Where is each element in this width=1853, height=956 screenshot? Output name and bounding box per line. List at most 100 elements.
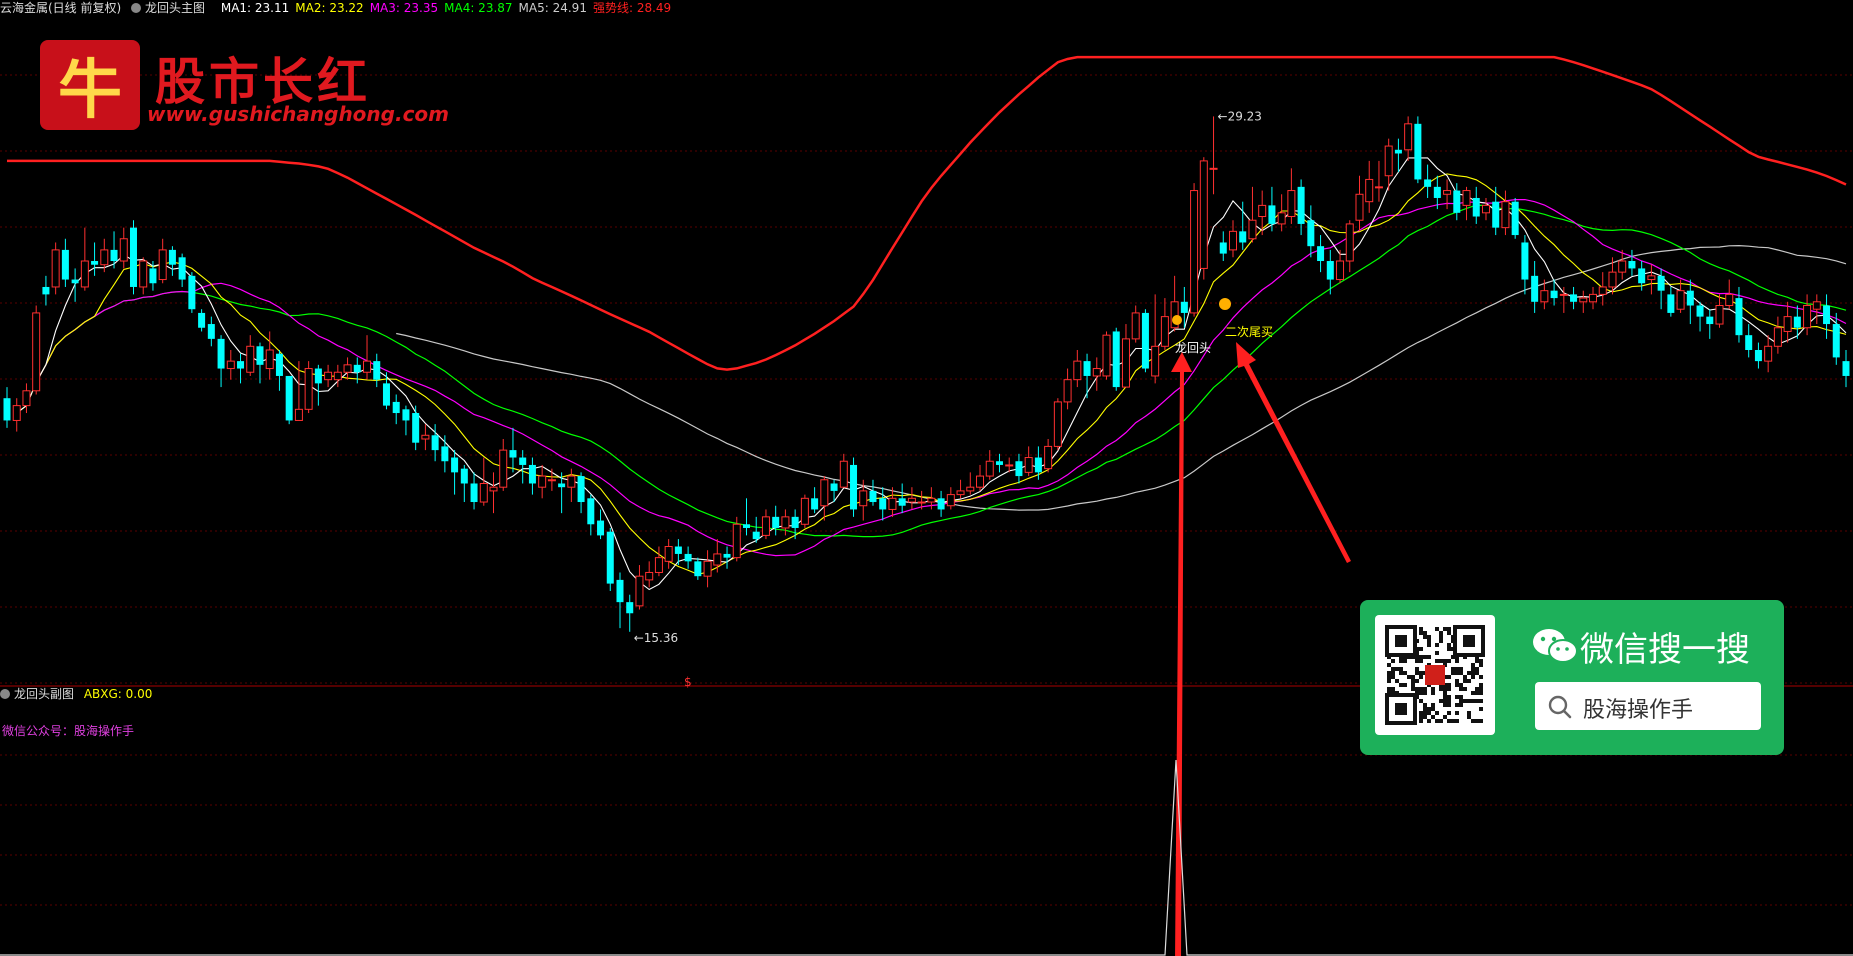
candle-body [1190, 190, 1199, 314]
qr-code-icon [1375, 615, 1495, 735]
candle-body [421, 434, 430, 440]
price-chart[interactable]: ←29.23 ←15.36 龙回头二次尾买 $ [0, 0, 1853, 956]
wechat-search-card[interactable]: 微信搜一搜 股海操作手 [1360, 600, 1784, 755]
candle-body [353, 364, 361, 373]
candle-body [1384, 145, 1393, 177]
candle-body [1657, 275, 1665, 291]
sub-indicator-toggle[interactable]: 龙回头副图 [0, 687, 74, 701]
candle-body [1531, 275, 1539, 302]
indicator-toggle[interactable]: 龙回头主图 [131, 1, 211, 15]
candle-body [1307, 220, 1315, 247]
candle-body [61, 249, 69, 280]
candle-body [226, 360, 235, 370]
ma-legend-item: MA1: 23.11 [220, 1, 290, 15]
candle-body [265, 349, 274, 370]
sub-panel-marker: $ [684, 675, 692, 689]
candle-body [1667, 294, 1675, 313]
candle-body [859, 490, 868, 507]
candle-body [32, 312, 41, 392]
candle-body [1005, 464, 1014, 467]
candle-body [1754, 350, 1762, 362]
candle-body [1540, 290, 1549, 303]
candle-body [470, 483, 478, 503]
candle-body [703, 560, 712, 577]
candle-body [479, 482, 488, 503]
candle-body [1424, 179, 1432, 187]
candle-body [830, 483, 838, 491]
candle-body [1317, 246, 1325, 262]
candle-body [1589, 293, 1598, 303]
candle-body [217, 338, 225, 369]
candle-body [927, 497, 936, 503]
candle-body [509, 450, 517, 458]
candle-body [1492, 201, 1500, 228]
candle-body [110, 249, 118, 262]
candle-body [1287, 190, 1296, 218]
candle-body [304, 368, 313, 410]
bull-logo-icon: 牛 [40, 40, 140, 130]
candle-body [1326, 261, 1334, 280]
candle-body [1735, 298, 1743, 336]
candle-body [597, 520, 605, 536]
candle-body [635, 575, 644, 607]
candle-body [772, 516, 780, 528]
candle-body [1336, 260, 1345, 281]
candle-body [275, 353, 283, 376]
candle-body [761, 516, 770, 536]
candle-body [645, 571, 654, 581]
ma-legend: MA1: 23.11 MA2: 23.22 MA3: 23.35 MA4: 23.87… [221, 1, 677, 15]
sub-indicator-name: 龙回头副图 [14, 687, 75, 701]
candle-body [664, 546, 673, 562]
wechat-search-box[interactable]: 股海操作手 [1535, 682, 1761, 730]
candle-body [12, 405, 21, 421]
brand-logo: 牛 股市长红 www.gushichanghong.com [40, 40, 449, 140]
candle-body [392, 401, 400, 414]
candle-body [129, 227, 137, 287]
candle-body [1365, 178, 1374, 203]
arrow-annotation [1236, 342, 1351, 563]
candle-body [499, 449, 508, 488]
candle-body [606, 531, 614, 584]
candle-body [1131, 312, 1140, 340]
candle-body [985, 460, 994, 477]
candle-body [1394, 149, 1402, 154]
stock-name: 云海金属(日线 前复权) [0, 1, 122, 15]
candle-body [547, 479, 556, 482]
candle-body [1472, 197, 1480, 217]
candle-body [713, 553, 722, 566]
candle-body [1842, 361, 1850, 376]
candle-body [1696, 305, 1704, 317]
candle-body [723, 553, 731, 558]
candle-body [1374, 186, 1383, 189]
candle-body [1550, 290, 1558, 299]
candle-body [22, 390, 31, 407]
candle-body [811, 498, 819, 510]
candle-body [820, 479, 829, 507]
candle-body [1570, 294, 1578, 302]
chart-header: 云海金属(日线 前复权) 龙回头主图 MA1: 23.11 MA2: 23.22 M… [0, 0, 1853, 16]
candle-body [839, 460, 848, 488]
candle-body [188, 275, 196, 310]
candle-body [1345, 223, 1354, 262]
candle-body [1715, 305, 1724, 325]
candle-body [3, 398, 11, 421]
candle-body [1453, 190, 1461, 213]
candle-body [451, 457, 459, 473]
candle-body [158, 249, 167, 281]
candle-body [732, 523, 741, 559]
candle-body [1121, 338, 1130, 388]
candle-body [694, 561, 702, 577]
candle-body [294, 408, 303, 421]
candle-body [654, 557, 663, 573]
candle-body [1044, 445, 1053, 470]
circle-toggle-icon[interactable] [131, 3, 142, 13]
dragon-return-label: 龙回头 [1175, 341, 1211, 355]
circle-toggle-icon[interactable] [0, 689, 10, 699]
candle-body [71, 279, 79, 284]
candle-body [246, 345, 255, 373]
candle-body [1404, 123, 1413, 151]
candle-body [373, 361, 381, 380]
candle-body [1024, 457, 1033, 473]
candle-body [1433, 186, 1441, 198]
candle-body [460, 468, 468, 484]
